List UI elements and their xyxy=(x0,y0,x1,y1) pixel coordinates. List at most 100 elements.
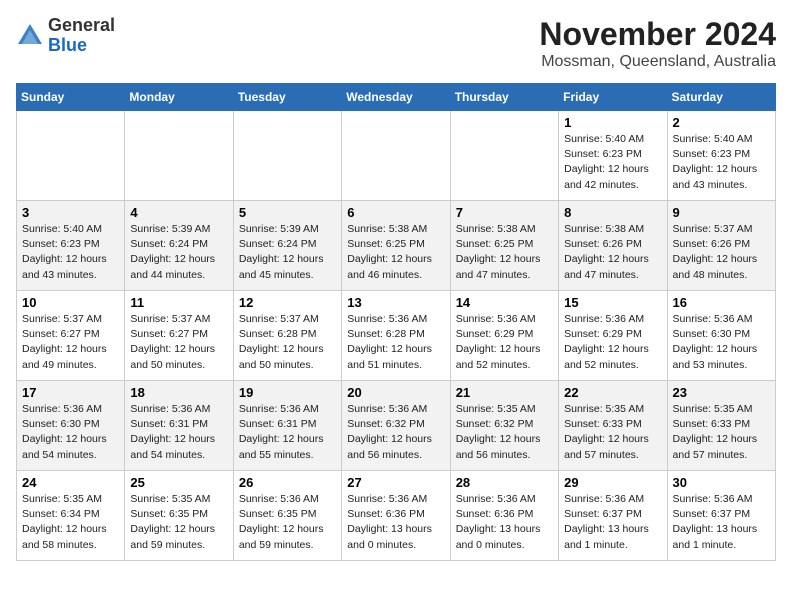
day-info-2: Sunrise: 5:40 AM Sunset: 6:23 PM Dayligh… xyxy=(673,132,770,193)
week-row-4: 17 Sunrise: 5:36 AM Sunset: 6:30 PM Dayli… xyxy=(17,381,776,471)
weekday-header-monday: Monday xyxy=(125,84,233,111)
weekday-header-friday: Friday xyxy=(559,84,667,111)
day-cell-10: 10Sunrise: 5:37 AM Sunset: 6:27 PM Dayli… xyxy=(17,291,125,381)
day-number-16: 16 xyxy=(673,295,770,310)
day-info-7: Sunrise: 5:38 AM Sunset: 6:25 PM Dayligh… xyxy=(456,222,553,283)
weekday-header-wednesday: Wednesday xyxy=(342,84,450,111)
day-number-19: 19 xyxy=(239,385,336,400)
day-info-13: Sunrise: 5:36 AM Sunset: 6:28 PM Dayligh… xyxy=(347,312,444,373)
day-info-18: Sunrise: 5:36 AM Sunset: 6:31 PM Dayligh… xyxy=(130,402,227,463)
day-info-24: Sunrise: 5:35 AM Sunset: 6:34 PM Dayligh… xyxy=(22,492,119,553)
logo: General Blue xyxy=(16,16,115,56)
title-area: November 2024 Mossman, Queensland, Austr… xyxy=(539,16,776,71)
week-row-2: 3 Sunrise: 5:40 AM Sunset: 6:23 PM Daylig… xyxy=(17,201,776,291)
day-info-29: Sunrise: 5:36 AM Sunset: 6:37 PM Dayligh… xyxy=(564,492,661,553)
day-number-21: 21 xyxy=(456,385,553,400)
day-info-26: Sunrise: 5:36 AM Sunset: 6:35 PM Dayligh… xyxy=(239,492,336,553)
day-number-7: 7 xyxy=(456,205,553,220)
day-cell-9: 9 Sunrise: 5:37 AM Sunset: 6:26 PM Daylig… xyxy=(667,201,775,291)
day-info-9: Sunrise: 5:37 AM Sunset: 6:26 PM Dayligh… xyxy=(673,222,770,283)
day-cell-8: 8 Sunrise: 5:38 AM Sunset: 6:26 PM Daylig… xyxy=(559,201,667,291)
day-number-3: 3 xyxy=(22,205,119,220)
day-number-24: 24 xyxy=(22,475,119,490)
day-number-11: 11 xyxy=(130,295,227,310)
day-cell-29: 29 Sunrise: 5:36 AM Sunset: 6:37 PM Dayli… xyxy=(559,471,667,561)
day-number-28: 28 xyxy=(456,475,553,490)
day-number-22: 22 xyxy=(564,385,661,400)
day-number-13: 13 xyxy=(347,295,444,310)
day-number-2: 2 xyxy=(673,115,770,130)
logo-icon xyxy=(16,22,44,50)
week-row-5: 24 Sunrise: 5:35 AM Sunset: 6:34 PM Dayli… xyxy=(17,471,776,561)
day-info-21: Sunrise: 5:35 AM Sunset: 6:32 PM Dayligh… xyxy=(456,402,553,463)
day-info-8: Sunrise: 5:38 AM Sunset: 6:26 PM Dayligh… xyxy=(564,222,661,283)
day-cell-19: 19Sunrise: 5:36 AM Sunset: 6:31 PM Dayli… xyxy=(233,381,341,471)
day-number-29: 29 xyxy=(564,475,661,490)
day-cell-4: 4Sunrise: 5:39 AM Sunset: 6:24 PM Daylig… xyxy=(125,201,233,291)
day-number-8: 8 xyxy=(564,205,661,220)
day-number-25: 25 xyxy=(130,475,227,490)
day-info-1: Sunrise: 5:40 AM Sunset: 6:23 PM Dayligh… xyxy=(564,132,661,193)
day-number-26: 26 xyxy=(239,475,336,490)
day-cell-2: 2 Sunrise: 5:40 AM Sunset: 6:23 PM Daylig… xyxy=(667,111,775,201)
empty-cell xyxy=(342,111,450,201)
logo-general-text: General xyxy=(48,15,115,35)
day-cell-30: 30 Sunrise: 5:36 AM Sunset: 6:37 PM Dayli… xyxy=(667,471,775,561)
day-cell-25: 25 Sunrise: 5:35 AM Sunset: 6:35 PM Dayli… xyxy=(125,471,233,561)
day-cell-14: 14Sunrise: 5:36 AM Sunset: 6:29 PM Dayli… xyxy=(450,291,558,381)
day-info-20: Sunrise: 5:36 AM Sunset: 6:32 PM Dayligh… xyxy=(347,402,444,463)
day-cell-18: 18 Sunrise: 5:36 AM Sunset: 6:31 PM Dayli… xyxy=(125,381,233,471)
day-cell-22: 22 Sunrise: 5:35 AM Sunset: 6:33 PM Dayli… xyxy=(559,381,667,471)
day-info-3: Sunrise: 5:40 AM Sunset: 6:23 PM Dayligh… xyxy=(22,222,119,283)
day-number-9: 9 xyxy=(673,205,770,220)
day-cell-11: 11 Sunrise: 5:37 AM Sunset: 6:27 PM Dayli… xyxy=(125,291,233,381)
day-number-15: 15 xyxy=(564,295,661,310)
day-number-10: 10 xyxy=(22,295,119,310)
day-info-25: Sunrise: 5:35 AM Sunset: 6:35 PM Dayligh… xyxy=(130,492,227,553)
day-info-27: Sunrise: 5:36 AM Sunset: 6:36 PM Dayligh… xyxy=(347,492,444,553)
day-cell-3: 3 Sunrise: 5:40 AM Sunset: 6:23 PM Daylig… xyxy=(17,201,125,291)
day-info-11: Sunrise: 5:37 AM Sunset: 6:27 PM Dayligh… xyxy=(130,312,227,373)
day-cell-13: 13 Sunrise: 5:36 AM Sunset: 6:28 PM Dayli… xyxy=(342,291,450,381)
day-cell-1: 1Sunrise: 5:40 AM Sunset: 6:23 PM Daylig… xyxy=(559,111,667,201)
day-info-16: Sunrise: 5:36 AM Sunset: 6:30 PM Dayligh… xyxy=(673,312,770,373)
day-number-27: 27 xyxy=(347,475,444,490)
day-cell-5: 5Sunrise: 5:39 AM Sunset: 6:24 PM Daylig… xyxy=(233,201,341,291)
weekday-header-tuesday: Tuesday xyxy=(233,84,341,111)
day-cell-24: 24 Sunrise: 5:35 AM Sunset: 6:34 PM Dayli… xyxy=(17,471,125,561)
day-number-17: 17 xyxy=(22,385,119,400)
day-cell-23: 23 Sunrise: 5:35 AM Sunset: 6:33 PM Dayli… xyxy=(667,381,775,471)
empty-cell xyxy=(125,111,233,201)
calendar-table: SundayMondayTuesdayWednesdayThursdayFrid… xyxy=(16,83,776,561)
day-info-17: Sunrise: 5:36 AM Sunset: 6:30 PM Dayligh… xyxy=(22,402,119,463)
day-number-18: 18 xyxy=(130,385,227,400)
location-title: Mossman, Queensland, Australia xyxy=(539,53,776,71)
day-cell-16: 16 Sunrise: 5:36 AM Sunset: 6:30 PM Dayli… xyxy=(667,291,775,381)
day-info-6: Sunrise: 5:38 AM Sunset: 6:25 PM Dayligh… xyxy=(347,222,444,283)
day-number-12: 12 xyxy=(239,295,336,310)
empty-cell xyxy=(17,111,125,201)
day-number-6: 6 xyxy=(347,205,444,220)
weekday-header-saturday: Saturday xyxy=(667,84,775,111)
day-number-20: 20 xyxy=(347,385,444,400)
day-cell-17: 17 Sunrise: 5:36 AM Sunset: 6:30 PM Dayli… xyxy=(17,381,125,471)
weekday-header-thursday: Thursday xyxy=(450,84,558,111)
day-info-22: Sunrise: 5:35 AM Sunset: 6:33 PM Dayligh… xyxy=(564,402,661,463)
day-cell-15: 15Sunrise: 5:36 AM Sunset: 6:29 PM Dayli… xyxy=(559,291,667,381)
empty-cell xyxy=(450,111,558,201)
logo-blue-text: Blue xyxy=(48,35,87,55)
day-info-30: Sunrise: 5:36 AM Sunset: 6:37 PM Dayligh… xyxy=(673,492,770,553)
day-cell-6: 6 Sunrise: 5:38 AM Sunset: 6:25 PM Daylig… xyxy=(342,201,450,291)
day-number-30: 30 xyxy=(673,475,770,490)
day-number-5: 5 xyxy=(239,205,336,220)
day-cell-26: 26 Sunrise: 5:36 AM Sunset: 6:35 PM Dayli… xyxy=(233,471,341,561)
page-header: General Blue November 2024 Mossman, Quee… xyxy=(16,16,776,71)
empty-cell xyxy=(233,111,341,201)
day-info-23: Sunrise: 5:35 AM Sunset: 6:33 PM Dayligh… xyxy=(673,402,770,463)
day-cell-12: 12Sunrise: 5:37 AM Sunset: 6:28 PM Dayli… xyxy=(233,291,341,381)
day-number-23: 23 xyxy=(673,385,770,400)
month-title: November 2024 xyxy=(539,16,776,53)
week-row-1: 1Sunrise: 5:40 AM Sunset: 6:23 PM Daylig… xyxy=(17,111,776,201)
day-cell-28: 28Sunrise: 5:36 AM Sunset: 6:36 PM Dayli… xyxy=(450,471,558,561)
day-number-14: 14 xyxy=(456,295,553,310)
